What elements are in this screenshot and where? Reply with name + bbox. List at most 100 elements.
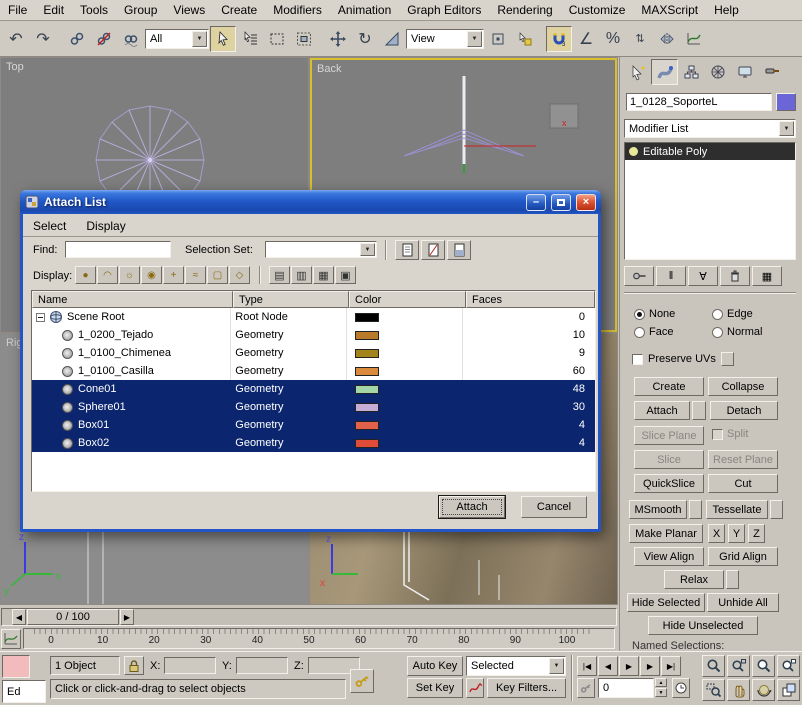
select-none-button[interactable] — [421, 240, 445, 260]
mirror-icon[interactable] — [654, 26, 680, 52]
select-and-link-icon[interactable] — [64, 26, 90, 52]
cameras-filter-icon[interactable]: ◉ — [141, 266, 162, 284]
tab-display-icon[interactable] — [732, 59, 759, 85]
table-row[interactable]: 1_0200_Tejado Geometry 10 — [32, 326, 595, 344]
viewport-label[interactable]: Top — [6, 61, 24, 73]
table-row-root[interactable]: Scene Root Root Node 0 — [32, 308, 595, 326]
lightbulb-icon[interactable] — [629, 147, 638, 156]
selection-lock-icon[interactable] — [124, 656, 144, 675]
quickslice-button[interactable]: QuickSlice — [634, 474, 704, 493]
select-and-manipulate-icon[interactable] — [512, 26, 538, 52]
configure-stack-icon[interactable]: ▦ — [752, 266, 782, 286]
collapse-button[interactable]: Collapse — [708, 377, 778, 396]
set-key-button[interactable]: Set Key — [407, 678, 463, 698]
rectangular-selection-region-icon[interactable] — [264, 26, 290, 52]
select-object-icon[interactable] — [210, 26, 236, 52]
attach-confirm-button[interactable]: Attach — [439, 496, 505, 518]
go-to-start-button[interactable]: |◀ — [577, 656, 597, 676]
attach-list-button[interactable] — [692, 401, 706, 420]
key-mode-toggle-icon[interactable] — [577, 678, 595, 698]
maxscript-mini-listener[interactable]: Ed — [2, 680, 46, 703]
modifier-stack[interactable]: Editable Poly — [624, 142, 796, 260]
constraint-edge-radio[interactable]: Edge — [712, 308, 753, 320]
dropdown-arrow-icon[interactable]: ▼ — [779, 121, 794, 136]
selection-filter-dropdown[interactable]: All▼ — [145, 29, 209, 49]
frame-spinner[interactable]: ▲ ▼ — [655, 678, 667, 698]
slice-plane-button[interactable]: Slice Plane — [634, 426, 704, 445]
helpers-filter-icon[interactable]: + — [163, 266, 184, 284]
find-input[interactable] — [65, 241, 171, 258]
unhide-all-button[interactable]: Unhide All — [707, 593, 779, 612]
bind-to-spacewarp-icon[interactable] — [118, 26, 144, 52]
menu-item[interactable]: Graph Editors — [399, 0, 489, 20]
object-color-swatch[interactable] — [776, 93, 796, 111]
make-unique-icon[interactable]: ∀ — [688, 266, 718, 286]
menu-item[interactable]: Modifiers — [265, 0, 330, 20]
grid-align-button[interactable]: Grid Align — [708, 547, 778, 566]
tab-create-icon[interactable] — [624, 59, 651, 85]
current-frame-field[interactable]: 0 — [598, 678, 654, 698]
window-crossing-toggle-icon[interactable] — [291, 26, 317, 52]
key-mode-dropdown[interactable]: Selected▼ — [466, 656, 566, 676]
msmooth-settings-button[interactable] — [689, 500, 702, 519]
msmooth-button[interactable]: MSmooth — [629, 500, 687, 519]
new-key-tangent-icon[interactable] — [466, 678, 484, 698]
use-pivot-center-icon[interactable] — [485, 26, 511, 52]
auto-key-button[interactable]: Auto Key — [407, 656, 463, 676]
modifier-stack-item[interactable]: Editable Poly — [625, 143, 795, 160]
zoom-region-button[interactable] — [702, 679, 725, 701]
select-and-rotate-icon[interactable]: ↻ — [352, 26, 378, 52]
track-bar-ruler[interactable]: 0102030405060708090100 — [23, 628, 615, 649]
make-planar-button[interactable]: Make Planar — [629, 524, 703, 543]
xrefs-filter-icon[interactable]: ◇ — [229, 266, 250, 284]
maximize-icon[interactable] — [551, 194, 571, 211]
cancel-button[interactable]: Cancel — [521, 496, 587, 518]
dialog-menu-item[interactable]: Display — [76, 216, 135, 236]
spinner-down-icon[interactable]: ▼ — [655, 688, 667, 697]
icon-view-icon[interactable]: ▣ — [335, 266, 356, 284]
dropdown-arrow-icon[interactable]: ▼ — [192, 31, 207, 47]
arc-rotate-button[interactable] — [752, 679, 775, 701]
zoom-all-button[interactable] — [727, 655, 750, 677]
show-end-result-icon[interactable]: ‖ — [656, 266, 686, 286]
menu-item[interactable]: Help — [706, 0, 747, 20]
list-view-icon[interactable]: ▤ — [269, 266, 290, 284]
modifier-list-dropdown[interactable]: Modifier List▼ — [624, 119, 796, 138]
slice-button[interactable]: Slice — [634, 450, 704, 469]
dropdown-arrow-icon[interactable]: ▼ — [549, 658, 564, 674]
menu-item[interactable]: Group — [116, 0, 165, 20]
dialog-menu-item[interactable]: Select — [23, 216, 76, 236]
menu-item[interactable]: Edit — [35, 0, 72, 20]
constraint-none-radio[interactable]: None — [634, 308, 675, 320]
pin-stack-icon[interactable] — [624, 266, 654, 286]
menu-item[interactable]: File — [0, 0, 35, 20]
zoom-extents-button[interactable] — [752, 655, 775, 677]
time-slider-left-arrow[interactable]: ◀ — [12, 609, 26, 625]
selection-set-dropdown[interactable]: ▼ — [265, 241, 377, 258]
geometry-filter-icon[interactable]: ● — [75, 266, 96, 284]
viewport-label[interactable]: Back — [317, 63, 341, 75]
table-row[interactable]: Box01 Geometry 4 — [32, 416, 595, 434]
table-row[interactable]: 1_0100_Chimenea Geometry 9 — [32, 344, 595, 362]
view-align-button[interactable]: View Align — [634, 547, 704, 566]
go-to-end-button[interactable]: ▶| — [661, 656, 681, 676]
menu-item[interactable]: Customize — [561, 0, 634, 20]
dropdown-arrow-icon[interactable]: ▼ — [467, 31, 482, 47]
percent-snap-icon[interactable]: % — [600, 26, 626, 52]
select-by-name-icon[interactable] — [237, 26, 263, 52]
time-slider-right-arrow[interactable]: ▶ — [120, 609, 134, 625]
redo-icon[interactable]: ↷ — [30, 26, 56, 52]
min-max-toggle-button[interactable] — [777, 679, 800, 701]
planar-x-button[interactable]: X — [708, 524, 725, 543]
time-slider-handle[interactable]: 0 / 100 — [27, 609, 119, 625]
unlink-selection-icon[interactable] — [91, 26, 117, 52]
close-icon[interactable]: × — [576, 194, 596, 211]
select-and-scale-icon[interactable] — [379, 26, 405, 52]
spacewarps-filter-icon[interactable]: ≈ — [185, 266, 206, 284]
column-header-name[interactable]: Name — [32, 291, 233, 308]
table-row[interactable]: 1_0100_Casilla Geometry 60 — [32, 362, 595, 380]
angle-snap-icon[interactable]: ∠ — [573, 26, 599, 52]
relax-settings-button[interactable] — [726, 570, 739, 589]
create-button[interactable]: Create — [634, 377, 704, 396]
reset-plane-button[interactable]: Reset Plane — [708, 450, 778, 469]
